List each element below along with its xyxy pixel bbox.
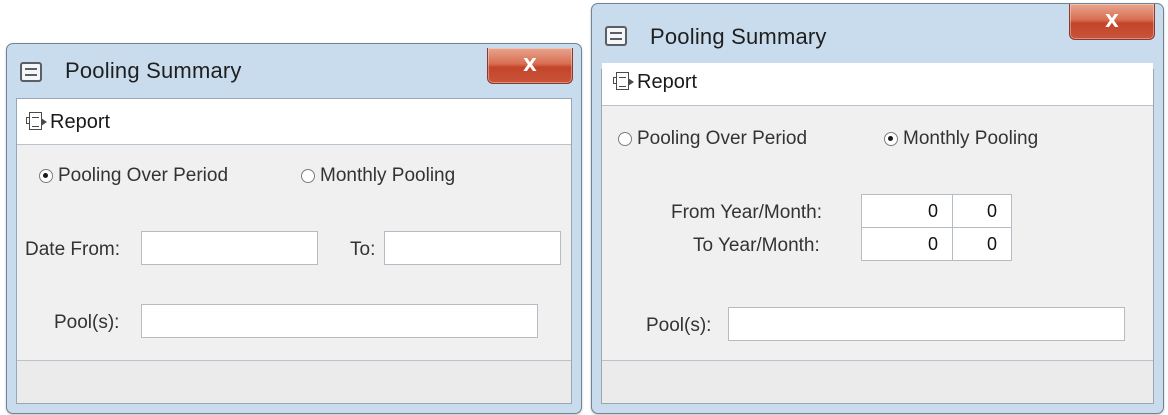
radio-selected-indicator [884, 132, 898, 146]
window-content: Report Pooling Over Period Monthly Pooli… [601, 63, 1154, 404]
pooling-summary-window-period: Pooling Summary X Report Pooling Over Pe… [6, 43, 582, 414]
radio-selected-indicator [39, 169, 53, 183]
report-label: Report [637, 70, 698, 93]
window-title: Pooling Summary [65, 58, 242, 83]
status-bar [602, 360, 1153, 403]
date-from-field[interactable] [141, 231, 318, 265]
report-icon [613, 71, 635, 93]
radio-monthly-pooling[interactable]: Monthly Pooling [884, 128, 1038, 150]
toolbar: Report [602, 63, 1153, 106]
title-bar[interactable]: Pooling Summary X [592, 4, 1163, 58]
document-icon [605, 26, 627, 46]
pooling-summary-window-monthly: Pooling Summary X Report Pooling Over Pe… [591, 3, 1164, 414]
to-year-month-label: To Year/Month: [693, 235, 820, 256]
to-month-field[interactable]: 0 [952, 227, 1012, 261]
radio-unselected-indicator [618, 132, 632, 146]
radio-unselected-indicator [301, 169, 315, 183]
report-label: Report [50, 110, 111, 133]
radio-pooling-over-period[interactable]: Pooling Over Period [618, 128, 807, 150]
title-bar[interactable]: Pooling Summary X [7, 44, 581, 98]
to-label: To: [350, 239, 376, 260]
document-icon [20, 62, 42, 82]
radio-monthly-pooling[interactable]: Monthly Pooling [301, 165, 455, 187]
report-button[interactable]: Report [26, 109, 110, 135]
from-month-field[interactable]: 0 [952, 194, 1012, 228]
radio-label: Pooling Over Period [58, 165, 229, 186]
close-button[interactable]: X [1069, 4, 1155, 40]
pools-field[interactable] [141, 304, 538, 338]
close-button[interactable]: X [487, 48, 573, 84]
window-title: Pooling Summary [650, 24, 827, 49]
radio-label: Monthly Pooling [903, 128, 1039, 149]
radio-label: Pooling Over Period [637, 128, 808, 149]
pools-field[interactable] [728, 307, 1125, 341]
status-bar [17, 360, 571, 403]
toolbar: Report [17, 99, 571, 145]
date-from-label: Date From: [25, 239, 121, 260]
date-to-field[interactable] [384, 231, 561, 265]
radio-pooling-over-period[interactable]: Pooling Over Period [39, 165, 228, 187]
report-icon [26, 111, 48, 133]
radio-label: Monthly Pooling [320, 165, 456, 186]
report-button[interactable]: Report [613, 69, 697, 95]
pools-label: Pool(s): [54, 312, 120, 333]
window-content: Report Pooling Over Period Monthly Pooli… [16, 98, 572, 404]
from-year-field[interactable]: 0 [861, 194, 953, 228]
from-year-month-label: From Year/Month: [671, 202, 823, 223]
pools-label: Pool(s): [646, 315, 712, 336]
to-year-field[interactable]: 0 [861, 227, 953, 261]
